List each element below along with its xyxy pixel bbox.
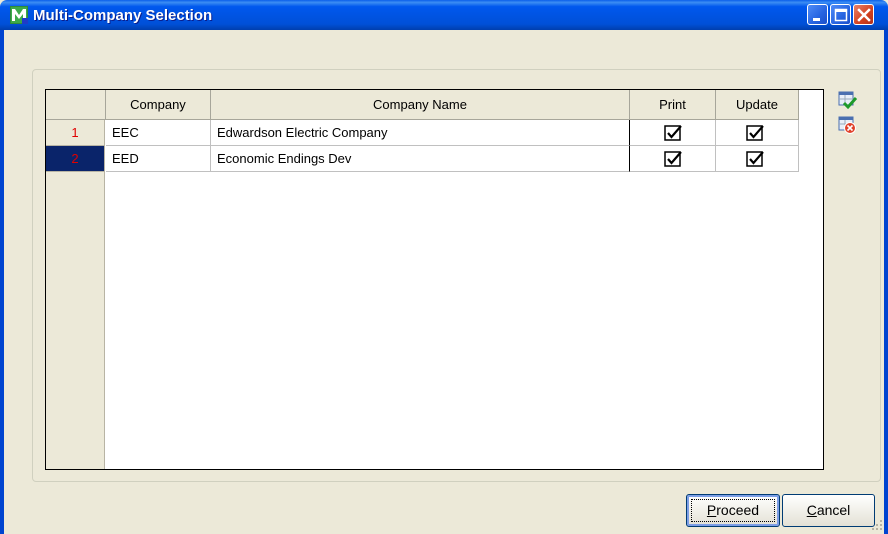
maximize-icon: [834, 8, 848, 22]
close-button[interactable]: [853, 4, 874, 25]
focus-ring: [691, 499, 775, 522]
window-frame-left: [0, 30, 4, 534]
table-cell-company[interactable]: EED: [106, 146, 211, 172]
print-checkbox[interactable]: [664, 125, 682, 141]
company-grid[interactable]: Company Company Name Print Update 1 EEC …: [45, 89, 824, 470]
table-cell-update[interactable]: [716, 120, 799, 146]
column-header-company[interactable]: Company: [106, 90, 211, 120]
minimize-icon: [813, 18, 820, 21]
clear-all-icon[interactable]: [837, 115, 857, 135]
select-all-icon[interactable]: [837, 90, 857, 110]
window-title: Multi-Company Selection: [33, 7, 213, 24]
grid-corner[interactable]: [46, 90, 106, 120]
maximize-button[interactable]: [830, 4, 851, 25]
column-header-update[interactable]: Update: [716, 90, 799, 120]
table-cell-print[interactable]: [630, 146, 716, 172]
title-bar[interactable]: Multi-Company Selection: [0, 0, 888, 30]
mas-m-icon: [10, 6, 28, 24]
cancel-label: ancel: [816, 502, 851, 518]
window-frame-right: [884, 30, 888, 534]
row-number-selected[interactable]: 2: [46, 146, 105, 172]
column-header-print[interactable]: Print: [630, 90, 716, 120]
table-cell-company-name[interactable]: Economic Endings Dev: [211, 146, 630, 172]
table-cell-company-name[interactable]: Edwardson Electric Company: [211, 120, 630, 146]
resize-grip-icon[interactable]: [870, 518, 884, 532]
cancel-mnemonic: C: [806, 502, 817, 518]
table-cell-company[interactable]: EEC: [106, 120, 211, 146]
table-cell-update[interactable]: [716, 146, 799, 172]
table-cell-print[interactable]: [630, 120, 716, 146]
proceed-button[interactable]: Proceed: [686, 494, 780, 527]
cancel-button[interactable]: Cancel: [782, 494, 875, 527]
close-icon: [857, 8, 871, 22]
update-checkbox[interactable]: [746, 125, 764, 141]
update-checkbox[interactable]: [746, 151, 764, 167]
row-number[interactable]: 1: [46, 120, 105, 146]
print-checkbox[interactable]: [664, 151, 682, 167]
column-header-company-name[interactable]: Company Name: [211, 90, 630, 120]
minimize-button[interactable]: [807, 4, 828, 25]
